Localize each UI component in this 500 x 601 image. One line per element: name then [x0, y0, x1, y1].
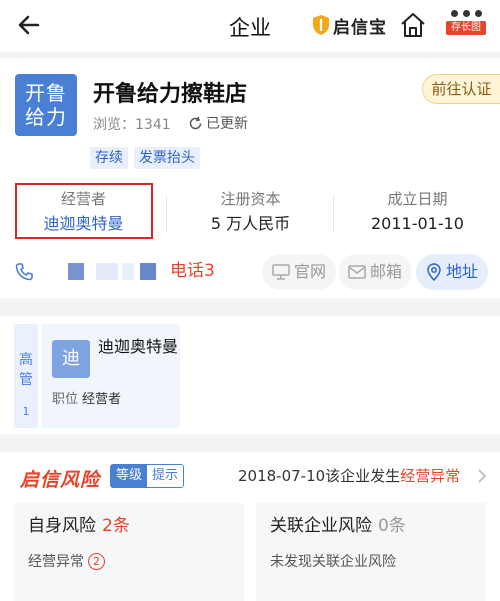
update-status[interactable]: 已更新 — [188, 113, 248, 133]
status-tag: 存续 — [90, 147, 128, 169]
shield-icon — [313, 15, 329, 35]
executives-tab[interactable]: 高管 1 — [14, 324, 38, 428]
stat-registered-capital: 注册资本 5 万人民币 — [167, 188, 334, 236]
executives-section: 高管 1 迪 迪迦奥特曼 职位 经营者 — [0, 316, 500, 434]
related-risk-count: 0条 — [378, 516, 406, 536]
mail-icon — [348, 265, 366, 279]
company-name: 开鲁给力擦鞋店 — [93, 82, 248, 107]
company-logo: 开鲁给力 — [15, 74, 77, 136]
risk-event-text: 2018-07-10该企业发生 — [238, 467, 401, 485]
save-long-image-tag: 存长图 — [446, 21, 486, 35]
contact-row: 电话3 官网 邮箱 地址 — [0, 254, 500, 294]
risk-level-badge[interactable]: 等级 提示 — [110, 464, 185, 488]
location-pin-icon — [427, 263, 441, 281]
website-button[interactable]: 官网 — [262, 254, 337, 290]
role-label: 职位 — [52, 392, 79, 407]
hint-label: 提示 — [147, 465, 184, 487]
email-label: 邮箱 — [370, 262, 403, 281]
executive-card[interactable]: 迪 迪迦奥特曼 职位 经营者 — [42, 324, 180, 428]
executives-label: 高管 — [19, 352, 33, 388]
stat-value: 5 万人民币 — [210, 214, 291, 233]
self-risk-item: 经营异常 2 — [28, 551, 105, 571]
role-value: 经营者 — [82, 392, 122, 407]
executive-role: 职位 经营者 — [52, 388, 121, 407]
avatar: 迪 — [52, 340, 90, 378]
related-risk-title-row: 关联企业风险 0条 — [270, 513, 406, 539]
level-label: 等级 — [111, 465, 148, 487]
phone-count-link[interactable]: 电话3 — [170, 258, 215, 284]
redacted-phone-block — [68, 263, 84, 280]
related-risk-card[interactable]: 关联企业风险 0条 未发现关联企业风险 — [256, 503, 486, 601]
more-dots-icon — [446, 10, 486, 17]
risk-event-highlight: 经营异常 — [400, 467, 461, 485]
email-button[interactable]: 邮箱 — [338, 254, 413, 290]
risk-event-link[interactable]: 2018-07-10该企业发生经营异常 — [238, 465, 460, 487]
risk-section: 启信风险 等级 提示 2018-07-10该企业发生经营异常 自身风险 2条 经营… — [0, 452, 500, 601]
home-icon[interactable] — [398, 10, 428, 40]
stat-founded-date: 成立日期 2011-01-10 — [334, 188, 500, 236]
self-risk-title-row: 自身风险 2条 — [28, 513, 130, 539]
executive-name: 迪迦奥特曼 — [98, 337, 179, 356]
view-count: 浏览：1341 — [93, 117, 171, 133]
refresh-icon — [189, 116, 202, 129]
redacted-phone-block — [140, 263, 156, 280]
top-bar: 企业 启信宝 存长图 — [0, 0, 500, 52]
stat-label: 成立日期 — [387, 190, 448, 208]
phone-icon[interactable] — [14, 262, 34, 282]
update-label: 已更新 — [206, 116, 248, 132]
self-risk-title: 自身风险 — [28, 516, 96, 536]
more-menu-button[interactable]: 存长图 — [446, 8, 486, 44]
self-risk-item-count: 2 — [88, 552, 105, 570]
stat-value: 2011-01-10 — [371, 214, 464, 233]
risk-logo: 启信风险 — [20, 469, 101, 491]
self-risk-item-label: 经营异常 — [28, 554, 84, 570]
highlight-annotation-box — [15, 183, 153, 239]
self-risk-card[interactable]: 自身风险 2条 经营异常 2 — [14, 503, 244, 601]
related-risk-title: 关联企业风险 — [270, 516, 372, 536]
brand-logo: 启信宝 — [312, 12, 387, 38]
redacted-phone-block — [96, 263, 118, 280]
self-risk-count: 2条 — [102, 516, 130, 536]
address-button[interactable]: 地址 — [416, 254, 489, 290]
redacted-phone-block — [122, 263, 134, 280]
executives-count: 1 — [22, 405, 30, 418]
related-risk-note: 未发现关联企业风险 — [270, 554, 396, 570]
certify-button[interactable]: 前往认证 — [422, 74, 500, 104]
monitor-icon — [272, 264, 290, 280]
chevron-right-icon[interactable] — [475, 468, 489, 484]
invoice-title-tag[interactable]: 发票抬头 — [134, 147, 200, 169]
stat-label: 注册资本 — [220, 190, 281, 208]
brand-name: 启信宝 — [333, 17, 387, 38]
website-label: 官网 — [294, 262, 327, 281]
company-card: 开鲁给力 开鲁给力擦鞋店 前往认证 浏览：1341 已更新 存续 发票抬头 经营… — [0, 58, 500, 298]
company-tags: 存续 发票抬头 — [90, 147, 200, 169]
address-label: 地址 — [446, 262, 479, 281]
